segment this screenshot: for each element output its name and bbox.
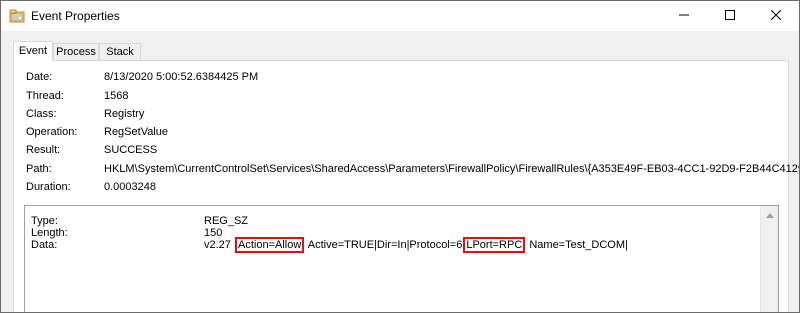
- property-value: SUCCESS: [104, 144, 158, 156]
- title-bar[interactable]: Event Properties: [1, 1, 799, 31]
- property-label: Date:: [26, 71, 53, 83]
- app-icon: [9, 9, 25, 23]
- details-box[interactable]: Type: REG_SZ Length: 150 Data: v2.27 Act…: [24, 205, 779, 312]
- property-value: 0.0003248: [104, 181, 156, 193]
- data-text-part: Name=Test_DCOM|: [529, 239, 628, 251]
- property-label: Thread:: [26, 90, 64, 102]
- highlighted-lport-rpc: LPort=RPC: [463, 237, 526, 253]
- vertical-scrollbar[interactable]: [760, 206, 778, 312]
- tab-event[interactable]: Event: [13, 41, 53, 61]
- close-icon: [770, 9, 782, 23]
- property-value: Registry: [104, 108, 145, 120]
- property-label: Operation:: [26, 126, 78, 138]
- property-label: Path:: [26, 163, 52, 175]
- data-text-part: Active=TRUE|Dir=In|Protocol=6: [307, 239, 463, 251]
- property-label: Result:: [26, 144, 61, 156]
- scroll-up-arrow-icon: [765, 209, 774, 221]
- event-tab-panel: Date: 8/13/2020 5:00:52.6384425 PM Threa…: [13, 60, 799, 312]
- scroll-up-button[interactable]: [761, 206, 778, 223]
- minimize-icon: [679, 10, 689, 23]
- property-label: Class:: [26, 108, 57, 120]
- tab-stack[interactable]: Stack: [99, 43, 141, 60]
- property-value: 8/13/2020 5:00:52.6384425 PM: [104, 71, 259, 83]
- highlighted-action-allow: Action=Allow: [234, 237, 305, 253]
- event-properties-window: Event Properties Event Process Stack Dat…: [0, 0, 800, 313]
- maximize-icon: [725, 9, 735, 23]
- minimize-button[interactable]: [661, 1, 707, 31]
- property-label: Duration:: [26, 181, 71, 193]
- maximize-button[interactable]: [707, 1, 753, 31]
- property-value: RegSetValue: [104, 126, 169, 138]
- property-value: HKLM\System\CurrentControlSet\Services\S…: [104, 163, 800, 175]
- detail-label: Data:: [31, 239, 58, 251]
- detail-value: REG_SZ: [204, 215, 249, 227]
- detail-label: Length:: [31, 227, 68, 239]
- data-text-part: v2.27: [204, 239, 231, 251]
- detail-label: Type:: [31, 215, 58, 227]
- close-button[interactable]: [753, 1, 799, 31]
- window-title: Event Properties: [31, 9, 120, 23]
- detail-value: 150: [204, 227, 223, 239]
- tab-process[interactable]: Process: [53, 43, 99, 60]
- property-value: 1568: [104, 90, 129, 102]
- detail-value-data: v2.27 Action=Allow Active=TRUE|Dir=In|Pr…: [204, 237, 628, 253]
